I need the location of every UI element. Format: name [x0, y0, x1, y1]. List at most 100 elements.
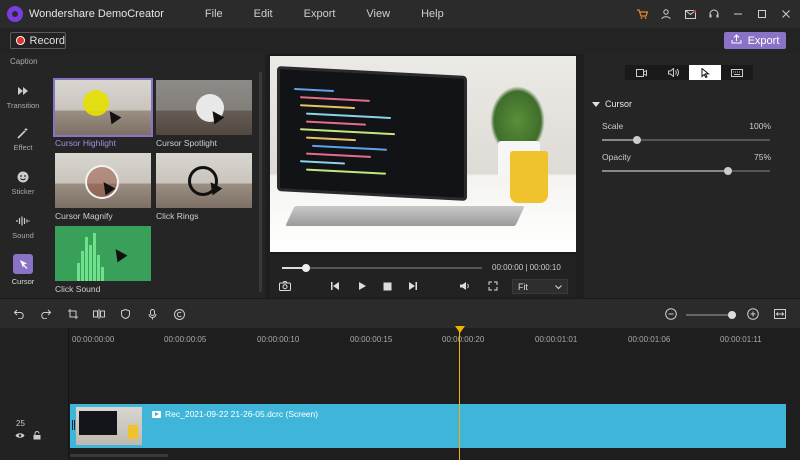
effect-icon — [16, 126, 30, 140]
undo-icon[interactable] — [12, 307, 26, 321]
video-badge-icon — [152, 410, 161, 418]
snapshot-icon[interactable] — [278, 279, 292, 293]
nav-label-sticker: Sticker — [11, 187, 35, 196]
effect-click-rings[interactable]: Click Rings — [156, 153, 252, 221]
preview-panel: 00:00:00 | 00:00:10 Fit — [270, 54, 576, 298]
timeline-scrollbar[interactable] — [70, 454, 168, 457]
transition-icon — [16, 84, 30, 98]
copyright-icon[interactable] — [172, 307, 186, 321]
scale-slider-knob[interactable] — [633, 136, 641, 144]
play-icon[interactable] — [355, 279, 369, 293]
menu-view[interactable]: View — [366, 8, 390, 20]
nav-item-sound[interactable]: Sound — [0, 214, 46, 240]
tab-keyboard[interactable] — [721, 65, 753, 80]
next-frame-icon[interactable] — [406, 279, 420, 293]
nav-label-transition: Transition — [6, 101, 40, 110]
fullscreen-icon[interactable] — [486, 279, 500, 293]
ruler-tick: 00:00:01:11 — [720, 335, 762, 344]
effects-panel: Cursor Highlight Cursor Spotlight Cursor… — [46, 54, 265, 298]
clip-name: Rec_2021-09-22 21-26-05.dcrc (Screen) — [165, 409, 319, 419]
zoom-in-icon[interactable] — [746, 307, 760, 321]
video-preview[interactable] — [270, 56, 576, 252]
cursor-icon — [701, 67, 710, 78]
nav-label-effect: Effect — [13, 143, 33, 152]
tab-cursor[interactable] — [689, 65, 721, 80]
playhead[interactable] — [459, 328, 460, 460]
nav-item-cursor[interactable]: Cursor — [0, 254, 46, 286]
effect-cursor-magnify[interactable]: Cursor Magnify — [55, 153, 151, 221]
effect-thumbnail — [55, 153, 151, 208]
effect-thumbnail — [156, 153, 252, 208]
redo-icon[interactable] — [38, 307, 52, 321]
zoom-slider-knob[interactable] — [728, 311, 736, 319]
record-icon — [16, 36, 25, 45]
zoom-out-icon[interactable] — [664, 307, 678, 321]
scale-label: Scale — [602, 121, 624, 131]
maximize-icon[interactable] — [756, 8, 768, 20]
menu-bar: File Edit Export View Help — [205, 8, 475, 20]
timeline-clip[interactable]: Rec_2021-09-22 21-26-05.dcrc (Screen) — [70, 404, 786, 448]
lock-icon[interactable] — [33, 431, 41, 442]
fit-timeline-icon[interactable] — [773, 307, 787, 321]
close-icon[interactable] — [780, 8, 792, 20]
split-icon[interactable] — [92, 307, 106, 321]
nav-label-sound: Sound — [12, 231, 34, 240]
crop-icon[interactable] — [66, 307, 80, 321]
effect-label: Click Rings — [156, 211, 199, 221]
menu-file[interactable]: File — [205, 8, 223, 20]
cursor-section-header[interactable]: Cursor — [592, 99, 632, 109]
minimize-icon[interactable] — [732, 8, 744, 20]
opacity-slider-knob[interactable] — [724, 167, 732, 175]
track-header-column: 25 — [0, 328, 69, 460]
headset-icon[interactable] — [708, 8, 720, 20]
cart-icon[interactable] — [636, 8, 648, 20]
keyboard-icon — [731, 68, 743, 77]
effect-cursor-highlight[interactable]: Cursor Highlight — [53, 78, 153, 148]
audio-icon — [667, 68, 679, 77]
user-icon[interactable] — [660, 8, 672, 20]
scale-value: 100% — [749, 121, 771, 131]
ruler-tick: 00:00:00:15 — [350, 335, 393, 344]
property-tabs — [625, 65, 753, 80]
volume-icon[interactable] — [458, 279, 472, 293]
fit-dropdown[interactable]: Fit — [512, 279, 568, 294]
playhead-handle[interactable] — [455, 326, 465, 333]
effects-scrollbar[interactable] — [259, 72, 262, 292]
effect-thumbnail — [53, 78, 153, 137]
stop-icon[interactable] — [380, 279, 394, 293]
effect-click-sound[interactable]: Click Sound — [55, 226, 151, 294]
properties-panel: Cursor Scale 100% Opacity 75% — [584, 54, 800, 298]
main-toolbar: Record Export — [0, 28, 800, 54]
nav-item-sticker[interactable]: Sticker — [0, 170, 46, 196]
effect-label: Cursor Spotlight — [156, 138, 217, 148]
menu-export[interactable]: Export — [304, 8, 336, 20]
nav-item-effect[interactable]: Effect — [0, 126, 46, 152]
tab-audio[interactable] — [657, 65, 689, 80]
microphone-icon[interactable] — [145, 307, 159, 321]
tab-camera[interactable] — [625, 65, 657, 80]
menu-help[interactable]: Help — [421, 8, 444, 20]
zoom-slider[interactable] — [686, 311, 736, 319]
effect-cursor-spotlight[interactable]: Cursor Spotlight — [156, 80, 252, 148]
ruler-tick: 00:00:00:00 — [72, 335, 115, 344]
app-title: Wondershare DemoCreator — [29, 8, 164, 20]
export-button[interactable]: Export — [724, 32, 786, 49]
progress-knob[interactable] — [302, 264, 310, 272]
opacity-slider[interactable] — [602, 167, 770, 175]
ruler-tick: 00:00:00:05 — [164, 335, 207, 344]
playback-progress[interactable] — [282, 264, 482, 272]
mail-icon[interactable] — [684, 8, 696, 20]
eye-icon[interactable] — [15, 431, 25, 442]
shield-icon[interactable] — [118, 307, 132, 321]
nav-caption[interactable]: Caption — [10, 57, 38, 66]
record-label: Record — [29, 34, 65, 47]
record-button[interactable]: Record — [10, 32, 66, 49]
chevron-down-icon — [555, 282, 562, 292]
player-controls: 00:00:00 | 00:00:10 Fit — [270, 254, 576, 298]
scale-slider[interactable] — [602, 136, 770, 144]
previous-frame-icon[interactable] — [328, 279, 342, 293]
export-icon — [731, 34, 742, 47]
nav-item-transition[interactable]: Transition — [0, 84, 46, 110]
menu-edit[interactable]: Edit — [254, 8, 273, 20]
clip-thumbnail — [76, 407, 142, 445]
